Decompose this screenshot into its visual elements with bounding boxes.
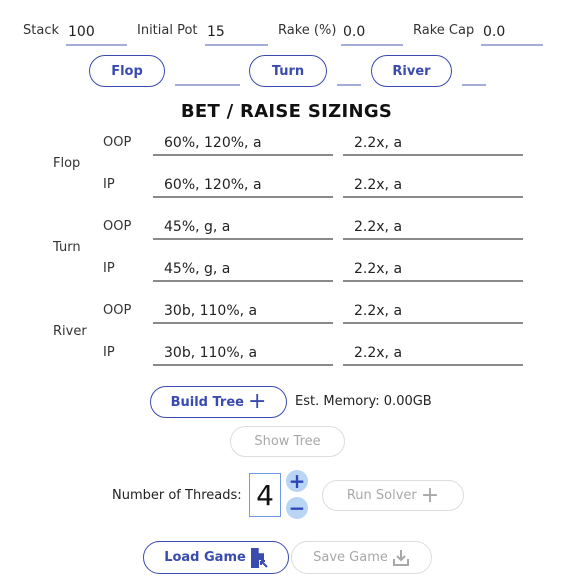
position-label: OOP [103, 219, 132, 234]
position-label: IP [103, 345, 115, 360]
threads-label: Number of Threads: [112, 488, 242, 503]
rake-input[interactable]: 0.0 [341, 22, 403, 46]
file-open-icon [250, 547, 268, 568]
river-oop-bet-input[interactable]: 30b, 110%, a [153, 298, 333, 324]
minus-icon: − [288, 496, 306, 520]
river-input[interactable] [462, 84, 486, 86]
threads-input[interactable]: 4 [249, 473, 281, 517]
decrement-threads-button[interactable]: − [286, 497, 308, 519]
flop-oop-raise-input[interactable]: 2.2x, a [343, 130, 523, 156]
stack-label: Stack [23, 23, 59, 38]
load-game-button[interactable]: Load Game [143, 541, 289, 574]
flop-oop-bet-input[interactable]: 60%, 120%, a [153, 130, 333, 156]
flop-button-label: Flop [111, 63, 143, 79]
increment-threads-button[interactable]: + [286, 470, 308, 492]
turn-oop-raise-input[interactable]: 2.2x, a [343, 214, 523, 240]
position-label: IP [103, 177, 115, 192]
show-tree-label: Show Tree [254, 434, 321, 449]
position-label: IP [103, 261, 115, 276]
run-solver-label: Run Solver [346, 488, 417, 503]
load-game-label: Load Game [164, 550, 246, 565]
position-label: OOP [103, 135, 132, 150]
rake-cap-label: Rake Cap [413, 23, 475, 38]
turn-button-label: Turn [271, 63, 305, 79]
est-memory-text: Est. Memory: 0.00GB [295, 394, 432, 409]
flop-ip-bet-input[interactable]: 60%, 120%, a [153, 172, 333, 198]
save-game-label: Save Game [313, 550, 388, 565]
river-button-label: River [392, 63, 431, 79]
turn-input[interactable] [337, 84, 361, 86]
build-tree-label: Build Tree [170, 394, 244, 410]
flop-button[interactable]: Flop [89, 55, 165, 87]
save-game-button[interactable]: Save Game [291, 541, 432, 574]
initial-pot-label: Initial Pot [137, 23, 198, 38]
stack-input[interactable]: 100 [66, 22, 127, 46]
river-oop-raise-input[interactable]: 2.2x, a [343, 298, 523, 324]
street-label-river: River [53, 324, 87, 339]
street-label-flop: Flop [53, 156, 81, 171]
build-tree-button[interactable]: Build Tree + [150, 386, 287, 418]
river-ip-raise-input[interactable]: 2.2x, a [343, 340, 523, 366]
initial-pot-input[interactable]: 15 [205, 22, 268, 46]
turn-oop-bet-input[interactable]: 45%, g, a [153, 214, 333, 240]
flop-ip-raise-input[interactable]: 2.2x, a [343, 172, 523, 198]
plus-icon: + [247, 389, 267, 414]
turn-button[interactable]: Turn [249, 55, 327, 87]
sizings-heading: BET / RAISE SIZINGS [180, 101, 393, 122]
rake-label: Rake (%) [278, 23, 337, 38]
download-icon [392, 549, 410, 567]
flop-input[interactable] [175, 84, 240, 86]
rake-cap-input[interactable]: 0.0 [481, 22, 543, 46]
river-button[interactable]: River [371, 55, 452, 87]
run-solver-button[interactable]: Run Solver + [322, 480, 464, 511]
plus-icon: + [288, 469, 306, 493]
plus-icon: + [420, 482, 440, 508]
river-ip-bet-input[interactable]: 30b, 110%, a [153, 340, 333, 366]
turn-ip-bet-input[interactable]: 45%, g, a [153, 256, 333, 282]
street-label-turn: Turn [53, 240, 81, 255]
show-tree-button[interactable]: Show Tree [230, 426, 345, 457]
position-label: OOP [103, 303, 132, 318]
turn-ip-raise-input[interactable]: 2.2x, a [343, 256, 523, 282]
